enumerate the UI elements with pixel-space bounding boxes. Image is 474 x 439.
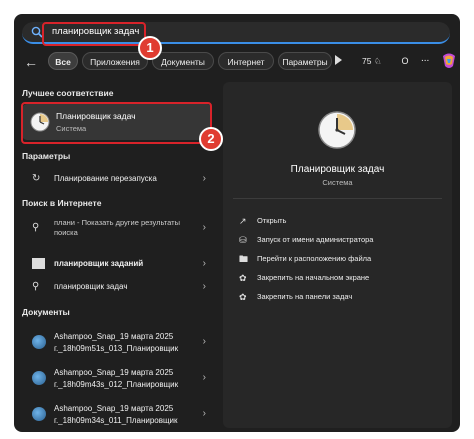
chip-all[interactable]: Все: [48, 52, 78, 70]
play-icon[interactable]: [335, 55, 342, 65]
pin-icon: ✿: [239, 273, 247, 283]
chip-documents[interactable]: Документы: [152, 52, 214, 70]
chevron-right-icon: ›: [202, 336, 206, 347]
step-badge-1: 1: [138, 36, 162, 60]
thumbnail-icon: [32, 258, 45, 269]
web-item-task-scheduler-tasks[interactable]: планировщик заданий ›: [22, 253, 212, 275]
web-item-more-results[interactable]: ⚲ плани - Показать другие результаты пои…: [22, 217, 212, 239]
clock-icon: [318, 111, 356, 149]
ashampoo-file-icon: [32, 371, 46, 385]
preview-title: Планировщик задач: [290, 164, 385, 175]
chevron-right-icon: ›: [202, 372, 206, 383]
restart-icon: ↻: [32, 173, 41, 184]
search-icon: ⚲: [32, 281, 40, 292]
search-icon: ⚲: [32, 222, 40, 233]
preview-subtitle: Система: [322, 178, 353, 187]
ashampoo-file-icon: [32, 407, 46, 421]
settings-item-restart[interactable]: ↻ Планирование перезапуска ›: [22, 168, 212, 190]
best-match-header: Лучшее соответствие: [22, 88, 114, 98]
web-header: Поиск в Интернете: [22, 198, 102, 208]
more-options-icon[interactable]: ...: [421, 53, 429, 64]
admin-icon: ⛁: [239, 235, 247, 245]
document-item[interactable]: Ashampoo_Snap_19 марта 2025 г._18h09m34s…: [22, 398, 212, 430]
web-item-task-scheduler[interactable]: ⚲ планировщик задач ›: [22, 276, 212, 298]
open-icon: ↗: [239, 216, 247, 226]
action-run-as-admin[interactable]: ⛁ Запуск от имени администратора: [237, 231, 442, 249]
documents-header: Документы: [22, 307, 70, 317]
document-item[interactable]: Ashampoo_Snap_19 марта 2025 г._18h09m43s…: [22, 362, 212, 394]
preview-pane: Планировщик задач Система ↗ Открыть ⛁ За…: [223, 82, 452, 428]
avatar[interactable]: O: [397, 53, 413, 69]
copilot-icon[interactable]: [440, 52, 458, 70]
rewards-points[interactable]: 75 ♘: [362, 56, 381, 67]
chip-settings[interactable]: Параметры: [278, 52, 332, 70]
chip-apps[interactable]: Приложения: [82, 52, 148, 70]
action-open[interactable]: ↗ Открыть: [237, 212, 442, 230]
step-badge-2: 2: [199, 127, 223, 151]
pin-icon: ✿: [239, 292, 247, 302]
chevron-right-icon: ›: [202, 173, 206, 184]
folder-icon: 🖿: [239, 254, 249, 264]
chevron-right-icon: ›: [202, 222, 206, 233]
action-pin-to-start[interactable]: ✿ Закрепить на начальном экране: [237, 269, 442, 287]
chevron-right-icon: ›: [202, 408, 206, 419]
filter-bar: ← Все Приложения Документы Интернет Пара…: [22, 52, 455, 72]
chevron-right-icon: ›: [202, 258, 206, 269]
chip-internet[interactable]: Интернет: [218, 52, 274, 70]
highlight-best-match: [21, 102, 212, 144]
trophy-icon: ♘: [373, 56, 382, 66]
divider: [233, 198, 442, 199]
highlight-search-box: [42, 22, 146, 46]
back-arrow-icon[interactable]: ←: [24, 54, 40, 70]
search-window: планировщик задач ← Все Приложения Докум…: [14, 14, 460, 432]
ashampoo-file-icon: [32, 335, 46, 349]
settings-header: Параметры: [22, 151, 71, 161]
chevron-right-icon: ›: [202, 281, 206, 292]
action-open-file-location[interactable]: 🖿 Перейти к расположению файла: [237, 250, 442, 268]
document-item[interactable]: Ashampoo_Snap_19 марта 2025 г._18h09m51s…: [22, 326, 212, 358]
action-pin-to-taskbar[interactable]: ✿ Закрепить на панели задач: [237, 288, 442, 306]
